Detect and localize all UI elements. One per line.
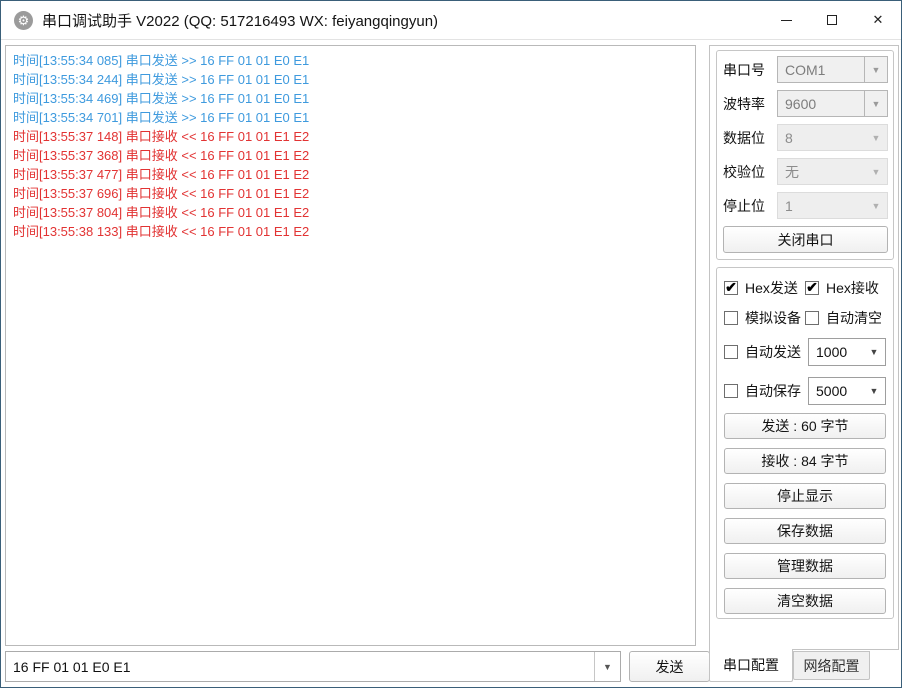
send-data-input[interactable]: [6, 652, 594, 681]
log-line: 时间[13:55:34 085] 串口发送 >> 16 FF 01 01 E0 …: [13, 51, 688, 70]
maximize-icon: [827, 15, 837, 25]
tab-network-config[interactable]: 网络配置: [793, 651, 870, 680]
log-line: 时间[13:55:34 244] 串口发送 >> 16 FF 01 01 E0 …: [13, 70, 688, 89]
close-serial-port-button[interactable]: 关闭串口: [723, 226, 888, 253]
log-line: 时间[13:55:37 477] 串口接收 << 16 FF 01 01 E1 …: [13, 165, 688, 184]
data-bits-value: 8: [778, 125, 865, 150]
checkbox-hex-send[interactable]: ✔ Hex发送: [724, 278, 805, 298]
chevron-down-icon: ▼: [864, 57, 887, 82]
parity-label: 校验位: [723, 162, 769, 182]
close-icon: ✕: [873, 12, 884, 28]
chevron-down-icon: ▼: [863, 339, 885, 365]
save-data-button[interactable]: 保存数据: [724, 518, 886, 544]
chevron-down-icon: ▼: [863, 378, 885, 404]
checkbox-hex-recv-label: Hex接收: [826, 278, 879, 298]
clear-data-button[interactable]: 清空数据: [724, 588, 886, 614]
stop-bits-dropdown: 1▼: [777, 192, 888, 219]
checkbox-sim-device-box: [724, 311, 738, 325]
tab-serial-config[interactable]: 串口配置: [709, 649, 793, 682]
log-area[interactable]: 时间[13:55:34 085] 串口发送 >> 16 FF 01 01 E0 …: [5, 45, 696, 646]
chevron-down-icon: ▼: [864, 91, 887, 116]
log-line: 时间[13:55:37 696] 串口接收 << 16 FF 01 01 E1 …: [13, 184, 688, 203]
chevron-down-icon: ▼: [865, 193, 887, 218]
checkbox-hex-send-label: Hex发送: [745, 278, 798, 298]
checkbox-sim-device[interactable]: 模拟设备: [724, 308, 805, 328]
send-data-combobox[interactable]: ▼: [5, 651, 621, 682]
chevron-down-icon: ▼: [603, 662, 612, 672]
checkbox-row: ✔ Hex发送 ✔ Hex接收: [724, 279, 886, 297]
recv-count-button[interactable]: 接收 : 84 字节: [724, 448, 886, 474]
log-line: 时间[13:55:34 701] 串口发送 >> 16 FF 01 01 E0 …: [13, 108, 688, 127]
app-gear-icon: ⚙: [14, 11, 33, 30]
checkbox-hex-send-box: ✔: [724, 281, 738, 295]
config-pane: 串口号COM1▼波特率9600▼数据位8▼校验位无▼停止位1▼ 关闭串口 ✔He…: [709, 45, 899, 650]
checkbox-auto-save[interactable]: 自动保存: [724, 381, 808, 401]
close-button[interactable]: ✕: [855, 1, 901, 39]
app-window: ⚙ 串口调试助手 V2022 (QQ: 517216493 WX: feiyan…: [0, 0, 902, 688]
auto-send-value: 1000: [809, 339, 863, 365]
parity-value: 无: [778, 159, 865, 184]
log-line: 时间[13:55:37 368] 串口接收 << 16 FF 01 01 E1 …: [13, 146, 688, 165]
send-button[interactable]: 发送: [629, 651, 710, 682]
data-bits-dropdown: 8▼: [777, 124, 888, 151]
field-row-stop-bits: 停止位 1▼: [723, 192, 888, 219]
window-title: 串口调试助手 V2022 (QQ: 517216493 WX: feiyangq…: [42, 10, 438, 31]
minimize-icon: [781, 20, 792, 21]
manage-data-button[interactable]: 管理数据: [724, 553, 886, 579]
checkbox-auto-send[interactable]: 自动发送: [724, 342, 808, 362]
field-row-baud-rate: 波特率 9600▼: [723, 90, 888, 117]
log-line: 时间[13:55:38 133] 串口接收 << 16 FF 01 01 E1 …: [13, 222, 688, 241]
field-row-com-port: 串口号 COM1▼: [723, 56, 888, 83]
auto-save-dropdown[interactable]: 5000▼: [808, 377, 886, 405]
titlebar: ⚙ 串口调试助手 V2022 (QQ: 517216493 WX: feiyan…: [1, 1, 901, 40]
stop-bits-label: 停止位: [723, 196, 769, 216]
com-port-value: COM1: [778, 57, 864, 82]
log-line: 时间[13:55:34 469] 串口发送 >> 16 FF 01 01 E0 …: [13, 89, 688, 108]
chevron-down-icon: ▼: [865, 125, 887, 150]
send-data-dropdown-button[interactable]: ▼: [594, 652, 620, 681]
checkbox-hex-recv-box: ✔: [805, 281, 819, 295]
serial-fields: 串口号COM1▼波特率9600▼数据位8▼校验位无▼停止位1▼: [717, 56, 893, 219]
stop-display-button[interactable]: 停止显示: [724, 483, 886, 509]
field-row-data-bits: 数据位 8▼: [723, 124, 888, 151]
auto-save-value: 5000: [809, 378, 863, 404]
log-line: 时间[13:55:37 804] 串口接收 << 16 FF 01 01 E1 …: [13, 203, 688, 222]
send-count-button[interactable]: 发送 : 60 字节: [724, 413, 886, 439]
options-body: ✔ Hex发送 ✔ Hex接收模拟设备 自动清空自动发送 1000▼ 自动保存 5000▼ 发送…: [717, 279, 893, 614]
checkbox-combo-row: 自动保存 5000▼: [724, 377, 886, 405]
baud-rate-label: 波特率: [723, 94, 769, 114]
auto-send-dropdown[interactable]: 1000▼: [808, 338, 886, 366]
checkbox-row: 模拟设备 自动清空: [724, 309, 886, 327]
com-port-dropdown: COM1▼: [777, 56, 888, 83]
minimize-button[interactable]: [763, 1, 809, 39]
checkbox-auto-clear-box: [805, 311, 819, 325]
baud-rate-dropdown: 9600▼: [777, 90, 888, 117]
serial-settings-group: 串口号COM1▼波特率9600▼数据位8▼校验位无▼停止位1▼ 关闭串口: [716, 50, 894, 260]
stop-bits-value: 1: [778, 193, 865, 218]
log-line: 时间[13:55:37 148] 串口接收 << 16 FF 01 01 E1 …: [13, 127, 688, 146]
chevron-down-icon: ▼: [865, 159, 887, 184]
data-bits-label: 数据位: [723, 128, 769, 148]
com-port-label: 串口号: [723, 60, 769, 80]
checkbox-auto-clear[interactable]: 自动清空: [805, 308, 886, 328]
window-controls: ✕: [763, 1, 901, 39]
maximize-button[interactable]: [809, 1, 855, 39]
checkbox-auto-save-label: 自动保存: [745, 381, 801, 401]
checkbox-auto-save-box: [724, 384, 738, 398]
checkbox-hex-recv[interactable]: ✔ Hex接收: [805, 278, 886, 298]
checkbox-combo-row: 自动发送 1000▼: [724, 338, 886, 366]
checkbox-auto-send-label: 自动发送: [745, 342, 801, 362]
checkbox-auto-send-box: [724, 345, 738, 359]
checkbox-auto-clear-label: 自动清空: [826, 308, 882, 328]
checkbox-sim-device-label: 模拟设备: [745, 308, 801, 328]
options-group: ✔ Hex发送 ✔ Hex接收模拟设备 自动清空自动发送 1000▼ 自动保存 5000▼ 发送…: [716, 267, 894, 619]
parity-dropdown: 无▼: [777, 158, 888, 185]
baud-rate-value: 9600: [778, 91, 864, 116]
field-row-parity: 校验位无▼: [723, 158, 888, 185]
